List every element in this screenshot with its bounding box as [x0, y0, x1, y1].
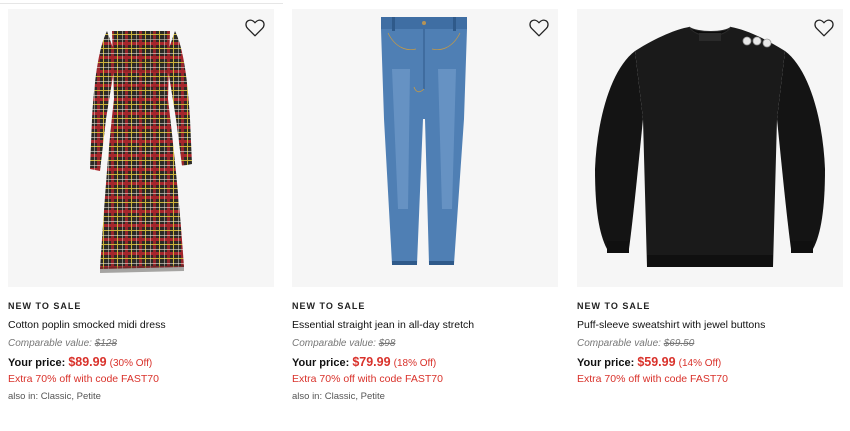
- price-line: Your price: $59.99 (14% Off): [577, 355, 843, 371]
- comparable-label: Comparable value:: [8, 338, 92, 349]
- your-price-label: Your price:: [577, 357, 635, 369]
- sale-price: $89.99: [68, 355, 107, 369]
- product-image-container[interactable]: [577, 9, 843, 287]
- sale-price: $79.99: [352, 355, 391, 369]
- comparable-label: Comparable value:: [577, 338, 661, 349]
- sale-price: $59.99: [637, 355, 676, 369]
- comparable-label: Comparable value:: [292, 338, 376, 349]
- discount-percent: (18% Off): [393, 358, 437, 369]
- product-title[interactable]: Cotton poplin smocked midi dress: [8, 319, 274, 332]
- header-strip: [0, 0, 283, 4]
- comparable-value: Comparable value: $128: [8, 337, 274, 350]
- comparable-value: Comparable value: $69.50: [577, 337, 843, 350]
- also-in-link[interactable]: also in: Classic, Petite: [8, 391, 274, 403]
- price-line: Your price: $79.99 (18% Off): [292, 355, 558, 371]
- heart-icon[interactable]: [244, 17, 266, 39]
- promo-text: Extra 70% off with code FAST70: [292, 373, 443, 385]
- denim-jean-image[interactable]: [292, 9, 558, 287]
- sale-tag: NEW TO SALE: [8, 301, 82, 311]
- comparable-price: $128: [94, 338, 117, 349]
- comparable-price: $98: [378, 338, 396, 349]
- your-price-label: Your price:: [292, 357, 350, 369]
- also-in-link[interactable]: also in: Classic, Petite: [292, 391, 558, 403]
- your-price-label: Your price:: [8, 357, 66, 369]
- comparable-price: $69.50: [663, 338, 695, 349]
- product-title[interactable]: Essential straight jean in all-day stret…: [292, 319, 558, 332]
- promo-text: Extra 70% off with code FAST70: [577, 373, 728, 385]
- product-card[interactable]: NEW TO SALE Cotton poplin smocked midi d…: [8, 9, 274, 403]
- plaid-dress-image[interactable]: [8, 9, 274, 287]
- product-image-container[interactable]: [292, 9, 558, 287]
- product-title[interactable]: Puff-sleeve sweatshirt with jewel button…: [577, 319, 843, 332]
- product-card[interactable]: NEW TO SALE Essential straight jean in a…: [292, 9, 558, 403]
- price-line: Your price: $89.99 (30% Off): [8, 355, 274, 371]
- promo-text: Extra 70% off with code FAST70: [8, 373, 159, 385]
- sale-tag: NEW TO SALE: [577, 301, 651, 311]
- comparable-value: Comparable value: $98: [292, 337, 558, 350]
- discount-percent: (14% Off): [678, 358, 722, 369]
- product-card[interactable]: NEW TO SALE Puff-sleeve sweatshirt with …: [577, 9, 843, 386]
- sale-tag: NEW TO SALE: [292, 301, 366, 311]
- product-image-container[interactable]: [8, 9, 274, 287]
- heart-icon[interactable]: [528, 17, 550, 39]
- discount-percent: (30% Off): [109, 358, 153, 369]
- black-sweatshirt-image[interactable]: [577, 9, 843, 287]
- heart-icon[interactable]: [813, 17, 835, 39]
